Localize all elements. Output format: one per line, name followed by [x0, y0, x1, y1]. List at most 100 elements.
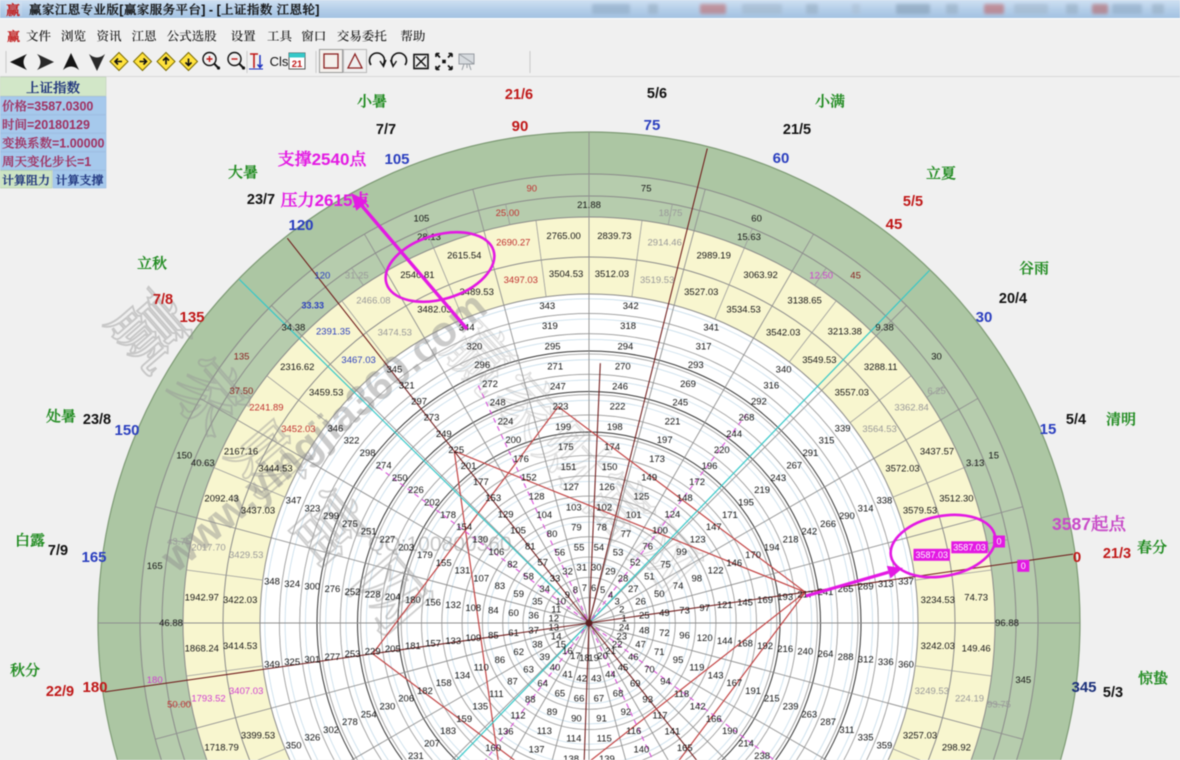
svg-text:155: 155 — [436, 558, 452, 569]
svg-text:12.50: 12.50 — [809, 270, 833, 281]
svg-text:269: 269 — [680, 379, 696, 390]
svg-text:127: 127 — [563, 482, 579, 493]
svg-text:118: 118 — [674, 689, 689, 700]
svg-text:33.33: 33.33 — [302, 300, 325, 310]
svg-text:83: 83 — [495, 581, 506, 592]
svg-text:68: 68 — [613, 688, 624, 699]
svg-text:93: 93 — [642, 695, 653, 706]
svg-text:3.13: 3.13 — [966, 458, 985, 469]
svg-text:112: 112 — [510, 711, 525, 722]
svg-text:21.88: 21.88 — [577, 200, 601, 211]
svg-text:313: 313 — [878, 579, 894, 590]
svg-text:26: 26 — [635, 597, 646, 608]
svg-text:5/4: 5/4 — [1066, 412, 1086, 428]
svg-text:]: ] — [315, 3, 319, 17]
svg-text:76: 76 — [642, 542, 653, 553]
svg-text:321: 321 — [399, 381, 415, 392]
svg-text:158: 158 — [436, 678, 452, 689]
svg-text:135: 135 — [179, 309, 204, 326]
svg-text:2690.27: 2690.27 — [496, 238, 530, 249]
svg-text:298.92: 298.92 — [942, 743, 971, 754]
svg-text:5/3: 5/3 — [1103, 685, 1123, 701]
svg-text:109: 109 — [465, 633, 481, 644]
svg-text:300: 300 — [304, 582, 320, 593]
svg-text:176: 176 — [513, 454, 529, 465]
svg-text:60: 60 — [773, 150, 790, 167]
svg-text:3288.11: 3288.11 — [864, 362, 898, 373]
svg-text:45: 45 — [618, 662, 629, 673]
svg-text:287: 287 — [820, 717, 836, 728]
svg-text:30: 30 — [976, 309, 993, 326]
svg-text:86: 86 — [495, 655, 506, 666]
svg-text:25.00: 25.00 — [496, 208, 520, 219]
svg-text:88: 88 — [525, 695, 536, 706]
svg-text:194: 194 — [764, 542, 780, 553]
svg-text:5/6: 5/6 — [647, 86, 667, 102]
svg-text:2241.89: 2241.89 — [249, 402, 283, 413]
svg-text:294: 294 — [617, 341, 633, 352]
svg-text:2765.00: 2765.00 — [546, 231, 580, 242]
svg-text:171: 171 — [722, 510, 738, 521]
svg-text:143: 143 — [708, 670, 724, 681]
svg-text:21/6: 21/6 — [505, 87, 533, 103]
svg-text:3063.92: 3063.92 — [743, 270, 777, 281]
svg-text:273: 273 — [424, 413, 440, 424]
svg-text:5/5: 5/5 — [903, 194, 923, 210]
svg-text:132: 132 — [445, 600, 461, 611]
svg-text:71: 71 — [654, 647, 665, 658]
svg-text:50: 50 — [654, 589, 665, 600]
svg-text:3587.03: 3587.03 — [953, 542, 986, 552]
svg-text:312: 312 — [858, 654, 874, 665]
svg-text:227: 227 — [379, 535, 395, 546]
svg-text:115: 115 — [597, 734, 612, 745]
svg-text:3437.03: 3437.03 — [241, 506, 275, 517]
svg-text:348: 348 — [264, 576, 280, 587]
svg-text:55: 55 — [574, 543, 585, 554]
svg-text:297: 297 — [411, 397, 427, 408]
svg-text:298: 298 — [360, 448, 376, 459]
svg-text:276: 276 — [324, 584, 340, 595]
svg-text:229: 229 — [365, 647, 381, 658]
svg-text:60: 60 — [751, 213, 762, 224]
svg-text:5: 5 — [600, 585, 605, 596]
svg-text:51: 51 — [644, 572, 655, 583]
svg-text:2017.70: 2017.70 — [191, 542, 225, 553]
svg-text:201: 201 — [461, 461, 477, 472]
svg-text:169: 169 — [757, 595, 773, 606]
svg-text:104: 104 — [536, 510, 552, 521]
svg-text:157: 157 — [425, 639, 441, 650]
svg-text:345: 345 — [1015, 675, 1031, 686]
svg-text:338: 338 — [876, 496, 892, 507]
svg-text:3564.53: 3564.53 — [862, 424, 896, 435]
svg-text:3474.53: 3474.53 — [378, 327, 412, 338]
svg-text:23/7: 23/7 — [247, 192, 275, 208]
svg-text:224.19: 224.19 — [955, 694, 984, 705]
svg-text:272: 272 — [482, 379, 498, 390]
svg-text:67: 67 — [594, 693, 605, 704]
svg-text:120: 120 — [697, 633, 713, 644]
svg-text:218: 218 — [783, 535, 799, 546]
svg-text:238: 238 — [754, 751, 770, 760]
svg-text:345: 345 — [1071, 679, 1096, 696]
svg-text:0: 0 — [1021, 561, 1026, 571]
svg-text:323: 323 — [304, 503, 320, 514]
svg-text:252: 252 — [345, 587, 361, 598]
svg-text:99: 99 — [676, 547, 687, 558]
svg-text:79: 79 — [571, 522, 582, 533]
svg-text:325: 325 — [284, 657, 300, 668]
svg-text:150: 150 — [602, 462, 618, 473]
svg-text:42: 42 — [576, 673, 587, 684]
svg-text:2540: 2540 — [312, 150, 350, 169]
svg-text:40.63: 40.63 — [191, 458, 215, 469]
svg-text:7/8: 7/8 — [153, 292, 173, 308]
svg-text:84: 84 — [488, 605, 499, 616]
svg-text:90: 90 — [527, 184, 538, 195]
svg-text:50.00: 50.00 — [167, 700, 191, 711]
svg-text:105: 105 — [510, 525, 526, 536]
svg-text:191: 191 — [745, 686, 761, 697]
svg-text:219: 219 — [754, 485, 770, 496]
svg-text:247: 247 — [550, 382, 566, 393]
svg-text:78: 78 — [596, 522, 607, 533]
svg-text:0: 0 — [1073, 549, 1081, 566]
svg-text:339: 339 — [835, 423, 851, 434]
